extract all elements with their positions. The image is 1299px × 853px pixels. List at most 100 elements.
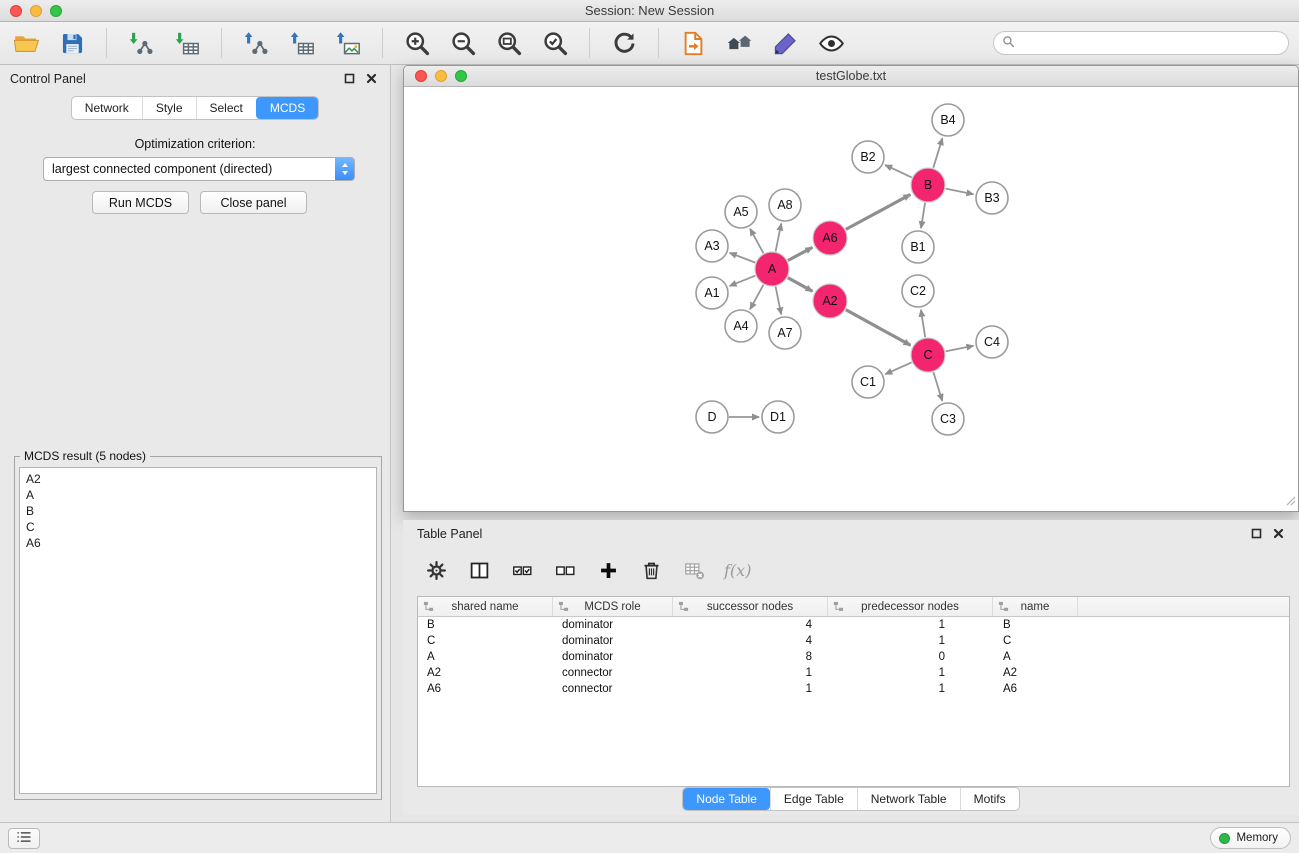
table-cell[interactable]: 4 xyxy=(673,633,828,649)
close-window-button[interactable] xyxy=(10,5,22,17)
run-mcds-button[interactable]: Run MCDS xyxy=(92,191,189,214)
graph-node-A1[interactable]: A1 xyxy=(696,277,728,309)
tab-motifs[interactable]: Motifs xyxy=(960,788,1019,810)
mcds-result-item[interactable]: A6 xyxy=(26,535,370,551)
float-panel-icon[interactable] xyxy=(343,72,356,85)
zoom-selected-icon[interactable] xyxy=(539,27,571,59)
save-session-icon[interactable] xyxy=(56,27,88,59)
graph-node-B4[interactable]: B4 xyxy=(932,104,964,136)
float-table-panel-icon[interactable] xyxy=(1250,527,1263,540)
column-header-MCDS-role[interactable]: MCDS role xyxy=(553,597,673,616)
network-document-icon[interactable] xyxy=(677,27,709,59)
graph-edge-C-C4[interactable] xyxy=(946,346,974,352)
column-header-shared-name[interactable]: shared name xyxy=(418,597,553,616)
graph-edge-C-C2[interactable] xyxy=(921,310,925,337)
export-table-icon[interactable] xyxy=(286,27,318,59)
table-cell[interactable]: 4 xyxy=(673,617,828,633)
network-minimize-button[interactable] xyxy=(435,70,447,82)
graph-edge-A-A5[interactable] xyxy=(750,229,763,254)
tab-node-table[interactable]: Node Table xyxy=(683,788,770,810)
network-zoom-button[interactable] xyxy=(455,70,467,82)
graph-edge-A2-C[interactable] xyxy=(846,310,911,346)
table-cell[interactable]: 1 xyxy=(828,617,993,633)
import-table-icon[interactable] xyxy=(171,27,203,59)
tab-edge-table[interactable]: Edge Table xyxy=(770,788,857,810)
memory-button[interactable]: Memory xyxy=(1210,827,1291,849)
table-cell[interactable]: A xyxy=(418,649,553,665)
function-builder-icon[interactable]: f(x) xyxy=(724,557,751,583)
network-close-button[interactable] xyxy=(415,70,427,82)
mcds-result-item[interactable]: A xyxy=(26,487,370,503)
export-network-icon[interactable] xyxy=(240,27,272,59)
table-cell[interactable]: B xyxy=(993,617,1078,633)
table-row[interactable]: Adominator80A xyxy=(418,649,1289,665)
table-cell[interactable]: 1 xyxy=(673,665,828,681)
add-row-icon[interactable] xyxy=(595,557,621,583)
mcds-result-item[interactable]: B xyxy=(26,503,370,519)
tab-style[interactable]: Style xyxy=(142,97,196,119)
table-cell[interactable]: A6 xyxy=(418,681,553,697)
import-network-icon[interactable] xyxy=(125,27,157,59)
graph-node-A6[interactable]: A6 xyxy=(813,221,847,255)
open-session-icon[interactable] xyxy=(10,27,42,59)
table-cell[interactable]: B xyxy=(418,617,553,633)
export-image-icon[interactable] xyxy=(332,27,364,59)
graph-edge-B-B4[interactable] xyxy=(933,138,942,168)
graph-node-A3[interactable]: A3 xyxy=(696,230,728,262)
table-cell[interactable]: dominator xyxy=(553,649,673,665)
table-row[interactable]: Bdominator41B xyxy=(418,617,1289,633)
table-cell[interactable]: 1 xyxy=(673,681,828,697)
dropdown-stepper-icon[interactable] xyxy=(335,158,354,180)
table-cell[interactable]: 1 xyxy=(828,665,993,681)
graph-node-C3[interactable]: C3 xyxy=(932,403,964,435)
graph-node-D1[interactable]: D1 xyxy=(762,401,794,433)
table-cell[interactable]: dominator xyxy=(553,617,673,633)
table-cell[interactable]: A2 xyxy=(418,665,553,681)
optimization-criterion-select[interactable]: largest connected component (directed) xyxy=(43,157,355,181)
show-hide-icon[interactable] xyxy=(815,27,847,59)
table-row[interactable]: A2connector11A2 xyxy=(418,665,1289,681)
table-cell[interactable]: A2 xyxy=(993,665,1078,681)
network-manager-icon[interactable] xyxy=(723,27,755,59)
graph-node-A7[interactable]: A7 xyxy=(769,317,801,349)
graph-node-B[interactable]: B xyxy=(911,168,945,202)
minimize-window-button[interactable] xyxy=(30,5,42,17)
table-cell[interactable]: 8 xyxy=(673,649,828,665)
close-table-panel-icon[interactable] xyxy=(1272,527,1285,540)
graph-edge-A-A8[interactable] xyxy=(776,224,782,252)
gear-icon[interactable] xyxy=(423,557,449,583)
zoom-out-icon[interactable] xyxy=(447,27,479,59)
graph-edge-A6-B[interactable] xyxy=(846,195,911,230)
graph-edge-A-A1[interactable] xyxy=(730,276,756,286)
delete-row-icon[interactable] xyxy=(638,557,664,583)
mcds-result-list[interactable]: A2ABCA6 xyxy=(19,467,377,794)
mcds-result-item[interactable]: C xyxy=(26,519,370,535)
search-box[interactable] xyxy=(993,31,1289,55)
tab-network[interactable]: Network xyxy=(72,97,142,119)
mcds-result-item[interactable]: A2 xyxy=(26,471,370,487)
split-columns-icon[interactable] xyxy=(466,557,492,583)
column-header-predecessor-nodes[interactable]: predecessor nodes xyxy=(828,597,993,616)
graph-edge-B-B3[interactable] xyxy=(946,189,974,195)
graph-node-A[interactable]: A xyxy=(755,252,789,286)
table-row[interactable]: Cdominator41C xyxy=(418,633,1289,649)
refresh-icon[interactable] xyxy=(608,27,640,59)
graph-node-B2[interactable]: B2 xyxy=(852,141,884,173)
table-cell[interactable]: 1 xyxy=(828,633,993,649)
show-panels-button[interactable] xyxy=(8,828,40,849)
graph-node-A2[interactable]: A2 xyxy=(813,284,847,318)
graph-node-B1[interactable]: B1 xyxy=(902,231,934,263)
graph-edge-A-A2[interactable] xyxy=(788,278,813,292)
graph-edge-A-A3[interactable] xyxy=(730,253,756,263)
destroy-table-icon[interactable] xyxy=(681,557,707,583)
table-cell[interactable]: 0 xyxy=(828,649,993,665)
table-cell[interactable]: connector xyxy=(553,681,673,697)
column-header-successor-nodes[interactable]: successor nodes xyxy=(673,597,828,616)
table-cell[interactable]: A xyxy=(993,649,1078,665)
deselect-all-icon[interactable] xyxy=(552,557,578,583)
graph-edge-A-A4[interactable] xyxy=(750,285,763,310)
table-cell[interactable]: dominator xyxy=(553,633,673,649)
graph-node-C[interactable]: C xyxy=(911,338,945,372)
graph-node-C4[interactable]: C4 xyxy=(976,326,1008,358)
zoom-window-button[interactable] xyxy=(50,5,62,17)
